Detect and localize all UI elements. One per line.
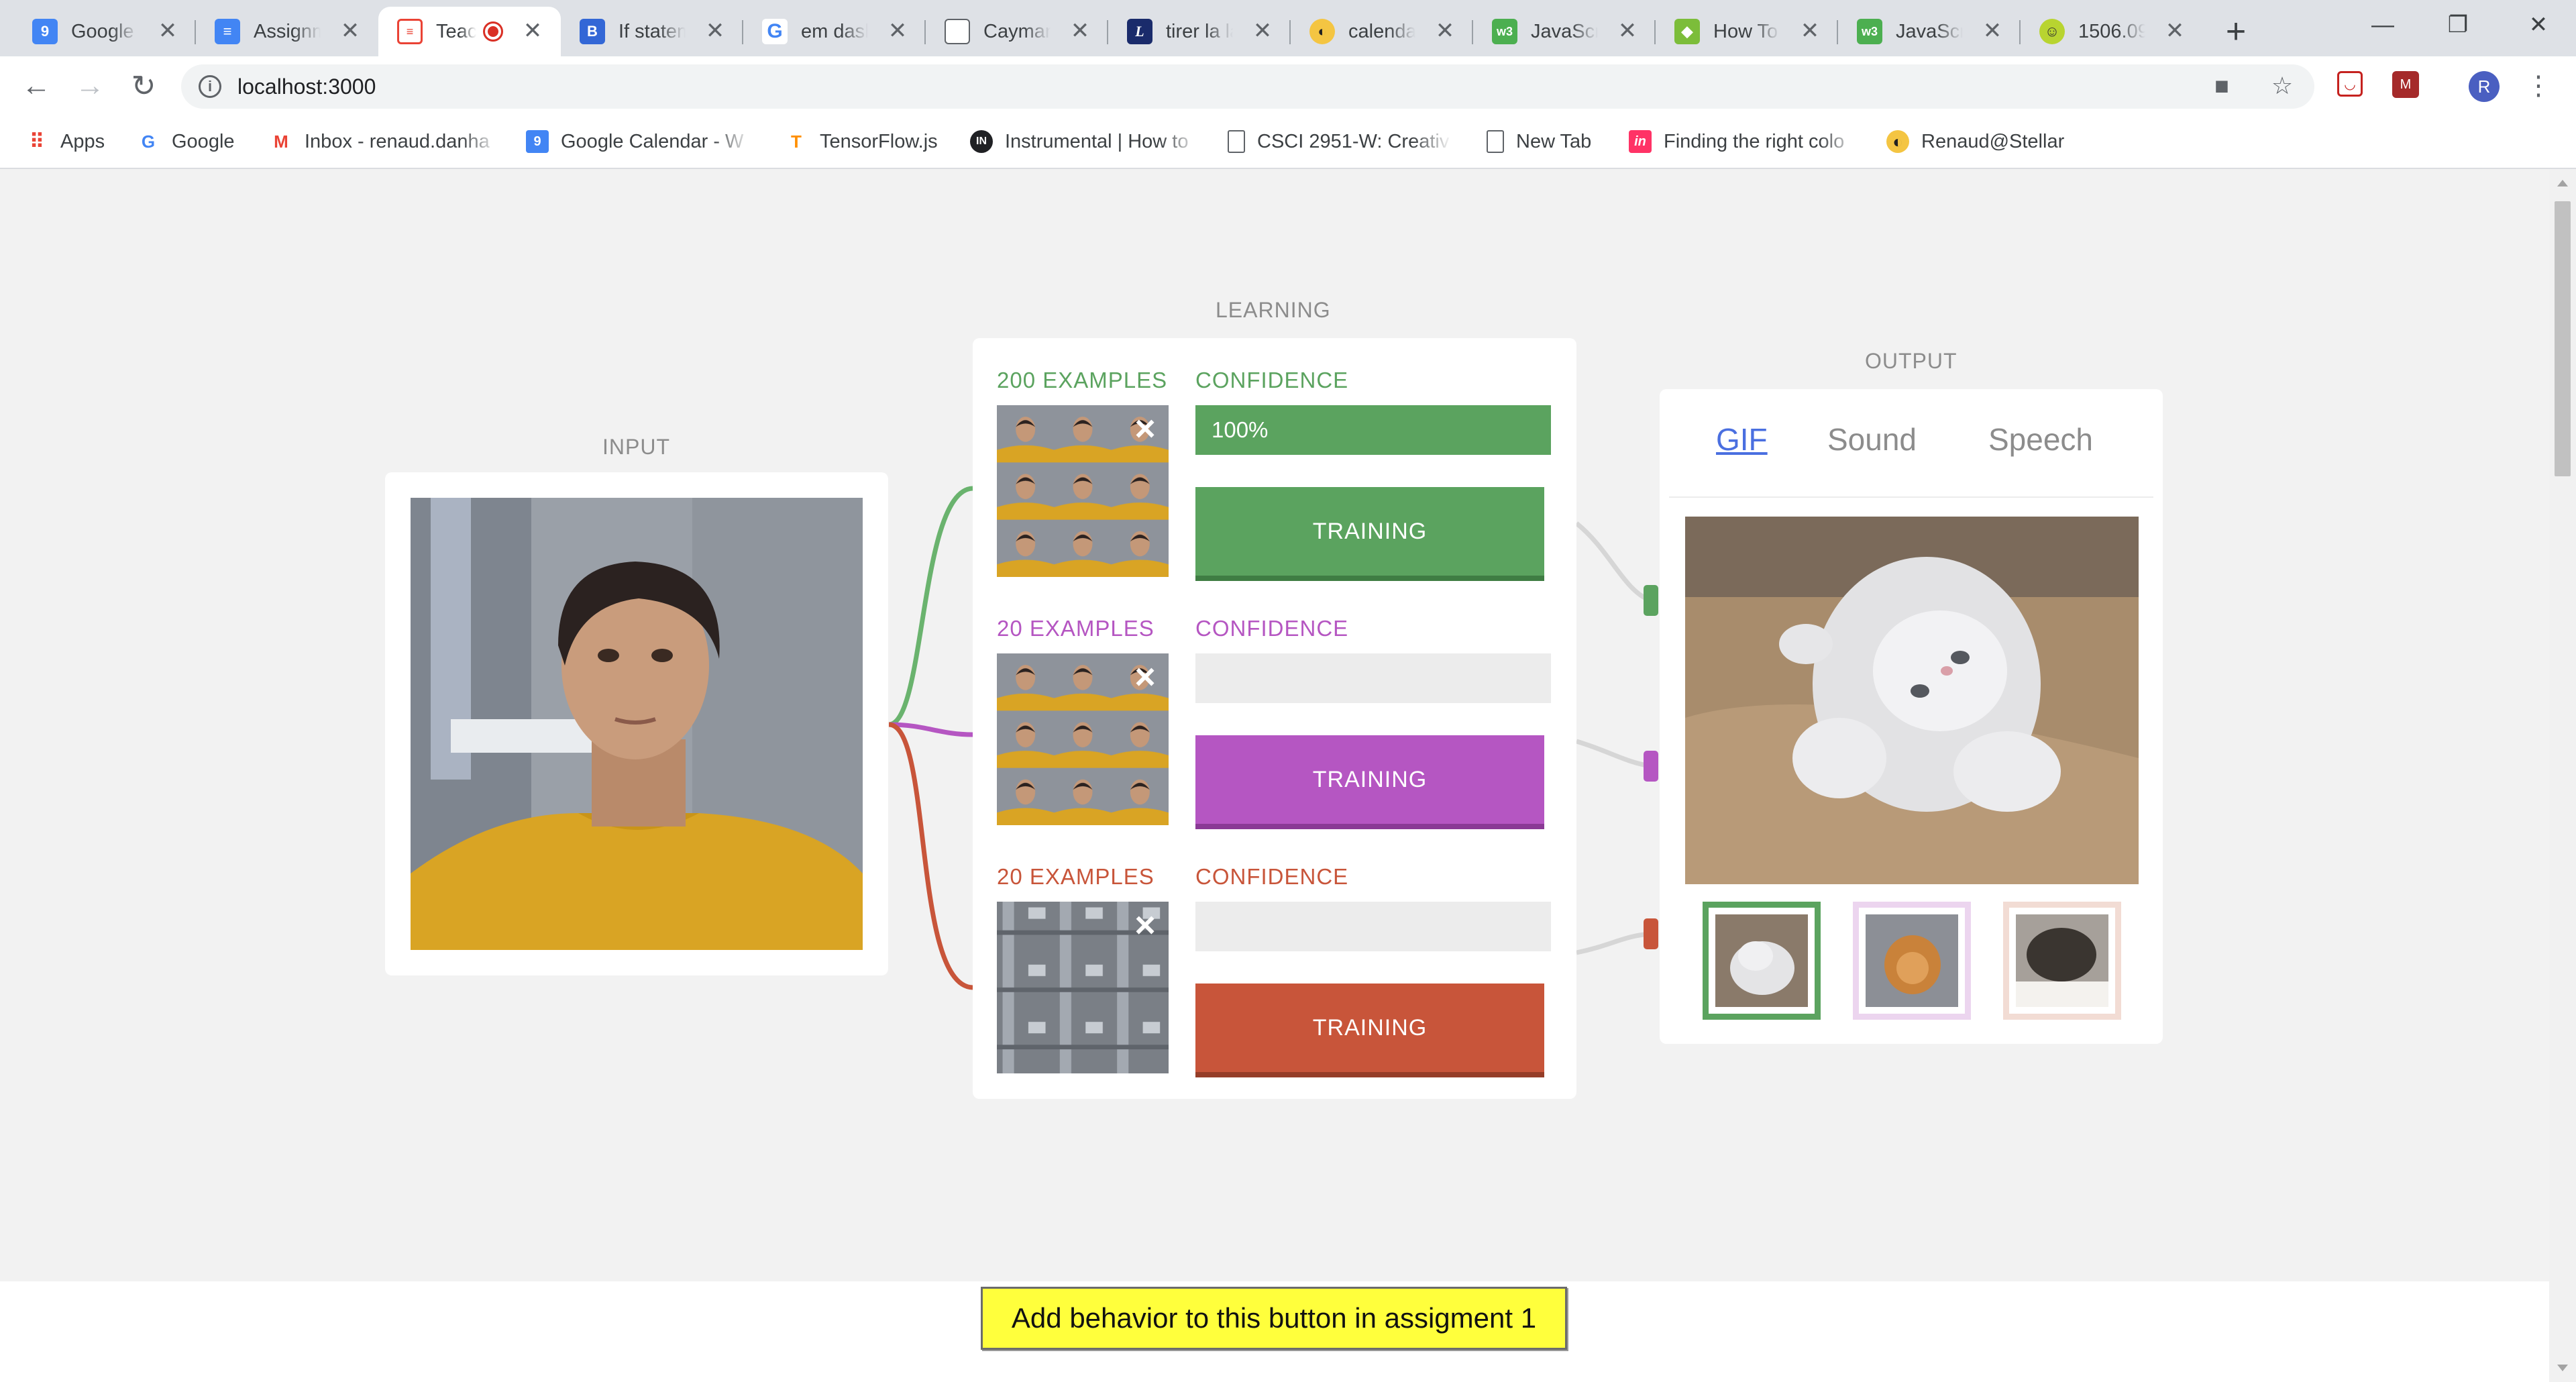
tabs-divider <box>1669 496 2153 498</box>
output-section-label: OUTPUT <box>1865 349 1957 373</box>
tab-gif[interactable]: GIF <box>1716 421 1768 458</box>
gif-option-1[interactable] <box>1703 902 1821 1020</box>
gif-option-3[interactable] <box>2003 902 2121 1020</box>
gif-preview <box>1685 517 2139 884</box>
scrollbar[interactable] <box>2549 169 2576 1382</box>
scrollbar-thumb[interactable] <box>2555 201 2571 476</box>
class-1-confidence-value: 100% <box>1212 417 1269 442</box>
clear-examples-icon[interactable]: × <box>1130 411 1161 447</box>
learning-section-label: LEARNING <box>1216 298 1331 322</box>
class-1-examples-thumbnails: × <box>997 405 1169 577</box>
tab-sound[interactable]: Sound <box>1827 421 1917 458</box>
assignment-button[interactable]: Add behavior to this button in assigment… <box>981 1287 1567 1350</box>
class-1-training-button[interactable]: TRAINING <box>1195 487 1544 576</box>
webcam-feed <box>411 498 863 950</box>
class-2-confidence-bar <box>1195 653 1551 703</box>
class-3-examples: 20 EXAMPLES <box>997 864 1155 889</box>
class-3-confidence-label: CONFIDENCE <box>1195 864 1349 889</box>
clear-examples-icon[interactable]: × <box>1130 659 1161 695</box>
clear-examples-icon[interactable]: × <box>1130 907 1161 943</box>
class-3-training-button[interactable]: TRAINING <box>1195 984 1544 1072</box>
class-1-confidence-bar: 100% <box>1195 405 1551 455</box>
tab-speech[interactable]: Speech <box>1988 421 2093 458</box>
class-2-training-button[interactable]: TRAINING <box>1195 735 1544 824</box>
class-3-examples-thumbnails: × <box>997 902 1169 1073</box>
class-3-confidence-bar <box>1195 902 1551 951</box>
class-2-examples-thumbnails: × <box>997 653 1169 825</box>
gif-option-2[interactable] <box>1853 902 1971 1020</box>
class-2-confidence-label: CONFIDENCE <box>1195 616 1349 641</box>
input-section-label: INPUT <box>602 435 670 459</box>
class-2-examples: 20 EXAMPLES <box>997 616 1155 641</box>
class-1-examples: 200 EXAMPLES <box>997 368 1168 392</box>
class-1-confidence-label: CONFIDENCE <box>1195 368 1349 392</box>
